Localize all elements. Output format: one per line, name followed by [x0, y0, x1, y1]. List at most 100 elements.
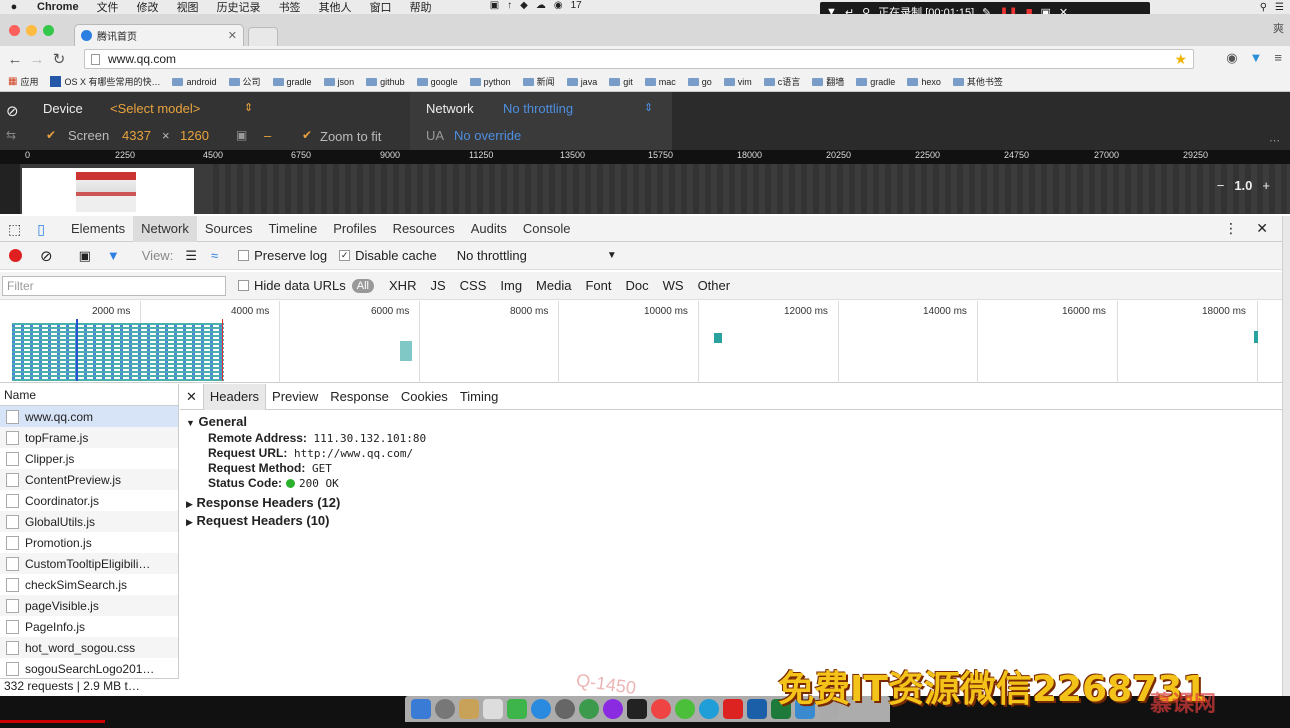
- back-icon[interactable]: ←: [4, 51, 26, 68]
- bookmark-folder[interactable]: gradle: [269, 77, 316, 87]
- extension-icon[interactable]: ◉: [1226, 50, 1237, 66]
- filter-type-other[interactable]: Other: [691, 278, 738, 293]
- overview-icon[interactable]: ≈: [211, 248, 218, 263]
- request-row[interactable]: topFrame.js: [0, 427, 178, 448]
- window-minimize-icon[interactable]: [26, 25, 37, 36]
- request-row[interactable]: ContentPreview.js: [0, 469, 178, 490]
- tab-elements[interactable]: Elements: [63, 216, 133, 242]
- tab-close-icon[interactable]: ✕: [228, 29, 237, 42]
- video-progress-bar[interactable]: [0, 720, 105, 723]
- chrome-icon[interactable]: [651, 699, 671, 719]
- tab-timing[interactable]: Timing: [454, 384, 505, 410]
- bookmark-star-icon[interactable]: ★: [1174, 51, 1187, 68]
- request-row[interactable]: Coordinator.js: [0, 490, 178, 511]
- filter-type-xhr[interactable]: XHR: [382, 278, 423, 293]
- notes-icon[interactable]: [459, 699, 479, 719]
- request-headers-section[interactable]: ▶ Request Headers (10): [180, 512, 1282, 530]
- bookmark-folder[interactable]: 公司: [225, 75, 265, 88]
- bookmark-folder[interactable]: vim: [720, 77, 756, 87]
- request-row[interactable]: pageVisible.js: [0, 595, 178, 616]
- capture-screenshots-icon[interactable]: ▣: [79, 248, 91, 264]
- tab-console[interactable]: Console: [515, 216, 579, 242]
- request-row[interactable]: checkSimSearch.js: [0, 574, 178, 595]
- disable-emulation-icon[interactable]: ⊘: [6, 102, 19, 120]
- filter-type-css[interactable]: CSS: [453, 278, 494, 293]
- filter-input[interactable]: Filter: [2, 275, 226, 296]
- bookmark-folder[interactable]: json: [320, 77, 359, 87]
- inspect-element-icon[interactable]: ⬚: [0, 216, 29, 242]
- apple-menu-icon[interactable]: ●: [0, 1, 28, 13]
- disable-cache-checkbox[interactable]: ✓ Disable cache: [339, 248, 437, 263]
- close-detail-icon[interactable]: ✕: [180, 384, 203, 410]
- tab-headers[interactable]: Headers: [202, 383, 267, 410]
- more-options-icon[interactable]: ⋯: [1269, 134, 1280, 147]
- screen-height-input[interactable]: 1260: [180, 128, 209, 143]
- tab-cookies[interactable]: Cookies: [395, 384, 454, 410]
- textedit-icon[interactable]: [483, 699, 503, 719]
- request-row[interactable]: www.qq.com: [0, 406, 178, 427]
- menu-history[interactable]: 历史记录: [208, 0, 270, 15]
- bookmark-folder[interactable]: 翻墙: [808, 75, 848, 88]
- tab-network[interactable]: Network: [133, 215, 197, 242]
- window-zoom-icon[interactable]: [43, 25, 54, 36]
- filter-type-img[interactable]: Img: [493, 278, 529, 293]
- menu-bookmarks[interactable]: 书签: [270, 0, 310, 15]
- request-list-header[interactable]: Name: [0, 384, 178, 406]
- forward-icon[interactable]: →: [26, 51, 48, 68]
- tab-profiles[interactable]: Profiles: [325, 216, 384, 242]
- evernote-icon[interactable]: ◆: [520, 0, 528, 11]
- bookmark-folder[interactable]: 新闻: [519, 75, 559, 88]
- wechat-icon[interactable]: [675, 699, 695, 719]
- vue-devtools-icon[interactable]: ▼: [1250, 50, 1263, 66]
- bookmark-folder[interactable]: java: [563, 77, 602, 87]
- finder-icon[interactable]: [411, 699, 431, 719]
- menu-window[interactable]: 窗口: [361, 0, 401, 15]
- bookmark-folder[interactable]: go: [684, 77, 716, 87]
- zoom-out-icon[interactable]: −: [1217, 178, 1225, 193]
- browser-tab-active[interactable]: 腾讯首页 ✕: [74, 24, 244, 46]
- menu-edit[interactable]: 修改: [128, 0, 168, 15]
- page-preview-thumbnail[interactable]: [22, 168, 194, 214]
- request-row[interactable]: GlobalUtils.js: [0, 511, 178, 532]
- clear-icon[interactable]: ⊘: [40, 247, 53, 265]
- devtools-more-icon[interactable]: ⋮: [1224, 220, 1238, 237]
- record-icon[interactable]: [9, 249, 22, 262]
- tab-resources[interactable]: Resources: [385, 216, 463, 242]
- zoom-in-icon[interactable]: +: [1262, 178, 1270, 193]
- address-bar[interactable]: www.qq.com ★: [84, 49, 1194, 69]
- menu-help[interactable]: 帮助: [401, 0, 441, 15]
- request-row[interactable]: PageInfo.js: [0, 616, 178, 637]
- tab-timeline[interactable]: Timeline: [261, 216, 326, 242]
- device-model-select[interactable]: <Select model>: [110, 101, 200, 116]
- bookmark-osx-tips[interactable]: OS X 有哪些常用的快…: [46, 75, 164, 88]
- preserve-log-checkbox[interactable]: Preserve log: [238, 248, 327, 263]
- wechat-icon[interactable]: ◉: [554, 0, 563, 11]
- zoom-to-fit-checkbox-icon[interactable]: ✔: [302, 128, 312, 142]
- bookmark-folder[interactable]: google: [413, 77, 462, 87]
- filter-toggle-icon[interactable]: ▼: [107, 248, 120, 263]
- large-rows-icon[interactable]: ☰: [185, 248, 197, 264]
- request-row[interactable]: sogouSearchLogo201…: [0, 658, 178, 679]
- screen-checkbox-icon[interactable]: ✔: [46, 128, 56, 142]
- menu-view[interactable]: 视图: [168, 0, 208, 15]
- screen-width-input[interactable]: 4337: [122, 128, 151, 143]
- tab-preview[interactable]: Preview: [266, 384, 324, 410]
- chrome-menu-icon[interactable]: ≡: [1274, 50, 1282, 66]
- xmind-icon[interactable]: [723, 699, 743, 719]
- filter-type-font[interactable]: Font: [578, 278, 618, 293]
- bookmark-folder[interactable]: github: [362, 77, 409, 87]
- bookmark-folder[interactable]: python: [466, 77, 515, 87]
- general-section-header[interactable]: ▼ General: [180, 413, 1282, 431]
- reload-icon[interactable]: ↻: [48, 50, 70, 68]
- bookmark-folder[interactable]: hexo: [903, 77, 945, 87]
- app-icon[interactable]: [603, 699, 623, 719]
- filter-type-ws[interactable]: WS: [656, 278, 691, 293]
- dpr-value[interactable]: –: [264, 128, 271, 143]
- network-overview-timeline[interactable]: 2000 ms 4000 ms 6000 ms 8000 ms 10000 ms…: [0, 301, 1282, 383]
- screen-mirror-icon[interactable]: ▣: [490, 0, 499, 11]
- bookmark-folder[interactable]: mac: [641, 77, 680, 87]
- menu-people[interactable]: 其他人: [310, 0, 361, 15]
- request-row[interactable]: CustomTooltipEligibili…: [0, 553, 178, 574]
- messages-icon[interactable]: [507, 699, 527, 719]
- device-mode-icon[interactable]: ▯: [29, 216, 53, 242]
